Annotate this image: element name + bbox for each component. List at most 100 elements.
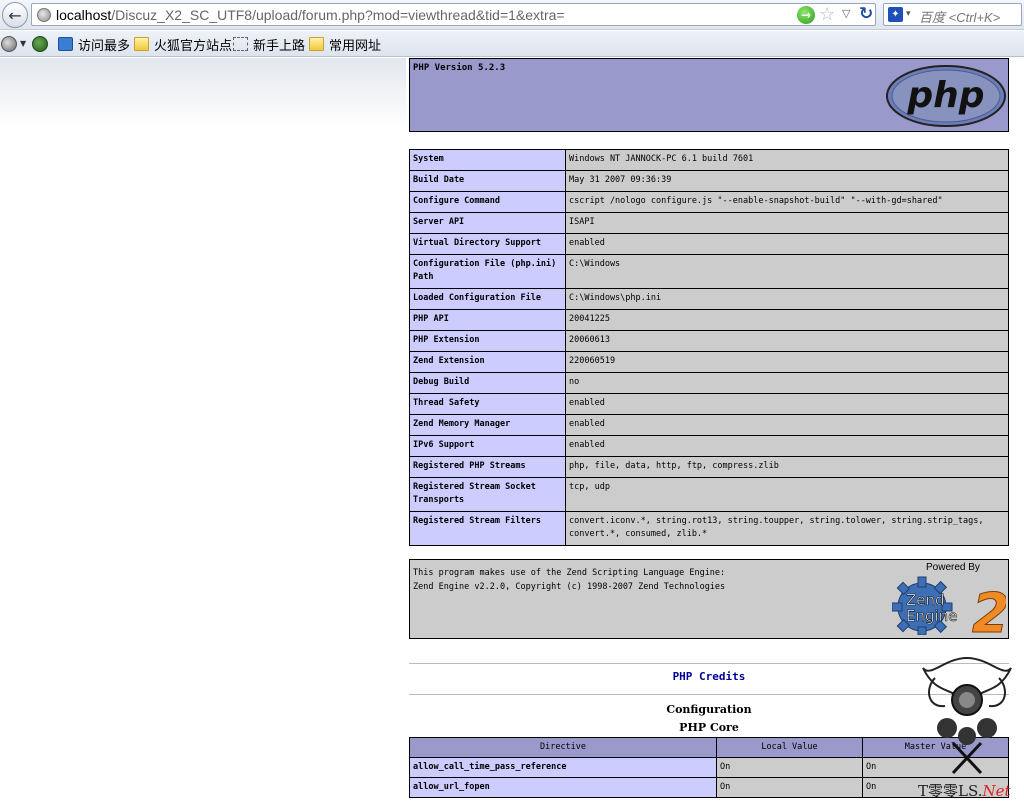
system-info-row: Build Date May 31 2007 09:36:39 xyxy=(409,170,1009,192)
bookmark-label: 常用网址 xyxy=(329,37,382,53)
phpinfo-header: PHP Version 5.2.3 php xyxy=(409,58,1009,132)
info-key: Virtual Directory Support xyxy=(409,233,566,255)
info-key: PHP API xyxy=(409,309,566,331)
page-content: PHP Version 5.2.3 php System Windows NT J… xyxy=(0,58,1024,803)
addon-shield-icon[interactable] xyxy=(32,36,48,52)
folder-icon xyxy=(309,37,324,51)
bookmark-common-sites[interactable]: 常用网址 xyxy=(309,35,381,53)
go-icon[interactable]: → xyxy=(797,6,815,24)
info-key: PHP Extension xyxy=(409,330,566,352)
search-bar[interactable]: ✦ ▾ 百度 <Ctrl+K> xyxy=(883,3,1022,26)
bookmark-label: 火狐官方站点 xyxy=(154,37,233,53)
info-key: IPv6 Support xyxy=(409,435,566,457)
php-version-title: PHP Version 5.2.3 xyxy=(413,63,506,73)
info-key: Debug Build xyxy=(409,372,566,394)
info-key: Configuration File (php.ini) Path xyxy=(409,254,566,289)
info-value: enabled xyxy=(565,414,1009,436)
system-info-row: Thread Safety enabled xyxy=(409,393,1009,415)
url-text[interactable]: localhost/Discuz_X2_SC_UTF8/upload/forum… xyxy=(56,7,565,23)
directive-name: allow_call_time_pass_reference xyxy=(409,757,717,778)
info-key: Server API xyxy=(409,212,566,234)
system-info-row: Configure Command cscript /nologo configu… xyxy=(409,191,1009,213)
system-info-row: Registered Stream Filters convert.iconv.*… xyxy=(409,511,1009,546)
local-value: On xyxy=(716,777,863,798)
bookmark-star-icon[interactable]: ☆ xyxy=(819,4,835,25)
local-value: On xyxy=(716,757,863,778)
system-info-row: Configuration File (php.ini) Path C:\Wind… xyxy=(409,254,1009,289)
info-value: C:\Windows\php.ini xyxy=(565,288,1009,310)
bookmark-most-visited[interactable]: 访问最多 xyxy=(58,35,130,53)
baidu-paw-icon[interactable]: ✦ xyxy=(888,7,903,22)
address-bar[interactable]: localhost/Discuz_X2_SC_UTF8/upload/forum… xyxy=(31,3,876,26)
zend-line-2: Zend Engine v2.2.0, Copyright (c) 1998-2… xyxy=(413,582,726,592)
back-button[interactable]: ← xyxy=(2,2,28,28)
search-input[interactable]: 百度 <Ctrl+K> xyxy=(919,7,1000,26)
zend-logo-number: 2 xyxy=(972,582,1006,635)
local-value-header: Local Value xyxy=(716,737,863,758)
url-host: localhost xyxy=(56,7,112,23)
directive-header: Directive xyxy=(409,737,717,758)
info-key: Build Date xyxy=(409,170,566,192)
php-logo: php xyxy=(886,65,1006,127)
bookmark-label: 访问最多 xyxy=(78,37,131,53)
info-key: Registered Stream Filters xyxy=(409,511,566,546)
watermark-dragon-emblem xyxy=(922,657,1012,775)
info-value: convert.iconv.*, string.rot13, string.to… xyxy=(565,511,1009,546)
search-icon xyxy=(58,37,73,51)
directive-name: allow_url_fopen xyxy=(409,777,717,798)
info-value: enabled xyxy=(565,233,1009,255)
system-info-table: System Windows NT JANNOCK-PC 6.1 build 76… xyxy=(409,149,1009,546)
info-value: 20041225 xyxy=(565,309,1009,331)
system-info-row: Zend Memory Manager enabled xyxy=(409,414,1009,436)
watermark-text: T零零LS.Net xyxy=(918,780,1011,801)
navigation-toolbar: ← localhost/Discuz_X2_SC_UTF8/upload/for… xyxy=(0,0,1024,30)
info-key: Registered Stream Socket Transports xyxy=(409,477,566,512)
zend-engine-logo: 2 Zend Engine xyxy=(892,576,1006,635)
bookmark-firefox-official[interactable]: 火狐官方站点 xyxy=(134,35,232,53)
system-info-row: Virtual Directory Support enabled xyxy=(409,233,1009,255)
info-key: Zend Memory Manager xyxy=(409,414,566,436)
addon-globe-icon[interactable] xyxy=(1,36,17,52)
bookmark-label: 新手上路 xyxy=(253,37,306,53)
info-key: Registered PHP Streams xyxy=(409,456,566,478)
zend-line-1: This program makes use of the Zend Scrip… xyxy=(413,568,726,578)
bookmark-getting-started[interactable]: 新手上路 xyxy=(233,35,305,53)
info-value: enabled xyxy=(565,393,1009,415)
info-value: tcp, udp xyxy=(565,477,1009,512)
system-info-row: Zend Extension 220060519 xyxy=(409,351,1009,373)
info-value: enabled xyxy=(565,435,1009,457)
info-value: cscript /nologo configure.js "--enable-s… xyxy=(565,191,1009,213)
site-identity-icon[interactable] xyxy=(37,8,51,22)
powered-by-label: Powered By xyxy=(926,562,980,573)
system-info-row: PHP Extension 20060613 xyxy=(409,330,1009,352)
url-path: /Discuz_X2_SC_UTF8/upload/forum.php?mod=… xyxy=(111,7,565,23)
addon-dropdown-icon[interactable]: ▼ xyxy=(20,39,26,48)
info-value: May 31 2007 09:36:39 xyxy=(565,170,1009,192)
system-info-row: System Windows NT JANNOCK-PC 6.1 build 76… xyxy=(409,149,1009,171)
info-value: no xyxy=(565,372,1009,394)
reload-icon[interactable]: ↻ xyxy=(859,4,873,24)
info-value: C:\Windows xyxy=(565,254,1009,289)
zend-description: This program makes use of the Zend Scrip… xyxy=(413,566,725,594)
system-info-row: Loaded Configuration File C:\Windows\php.… xyxy=(409,288,1009,310)
watermark-net: Net xyxy=(982,782,1011,800)
search-engine-dropdown-icon[interactable]: ▾ xyxy=(906,9,911,19)
info-value: Windows NT JANNOCK-PC 6.1 build 7601 xyxy=(565,149,1009,171)
info-key: Configure Command xyxy=(409,191,566,213)
system-info-row: PHP API 20041225 xyxy=(409,309,1009,331)
watermark-main: T零零LS. xyxy=(918,782,983,800)
history-dropdown-icon[interactable]: ▽ xyxy=(842,7,850,20)
info-key: Zend Extension xyxy=(409,351,566,373)
zend-logo-word-2: Engine xyxy=(906,607,957,625)
php-logo-text: php xyxy=(906,75,984,116)
zend-engine-box: This program makes use of the Zend Scrip… xyxy=(409,559,1009,639)
info-value: php, file, data, http, ftp, compress.zli… xyxy=(565,456,1009,478)
system-info-row: Debug Build no xyxy=(409,372,1009,394)
info-key: System xyxy=(409,149,566,171)
info-value: 20060613 xyxy=(565,330,1009,352)
folder-icon xyxy=(134,37,149,51)
page-icon xyxy=(233,37,248,51)
info-value: 220060519 xyxy=(565,351,1009,373)
sidebar-gradient xyxy=(0,58,406,128)
info-value: ISAPI xyxy=(565,212,1009,234)
